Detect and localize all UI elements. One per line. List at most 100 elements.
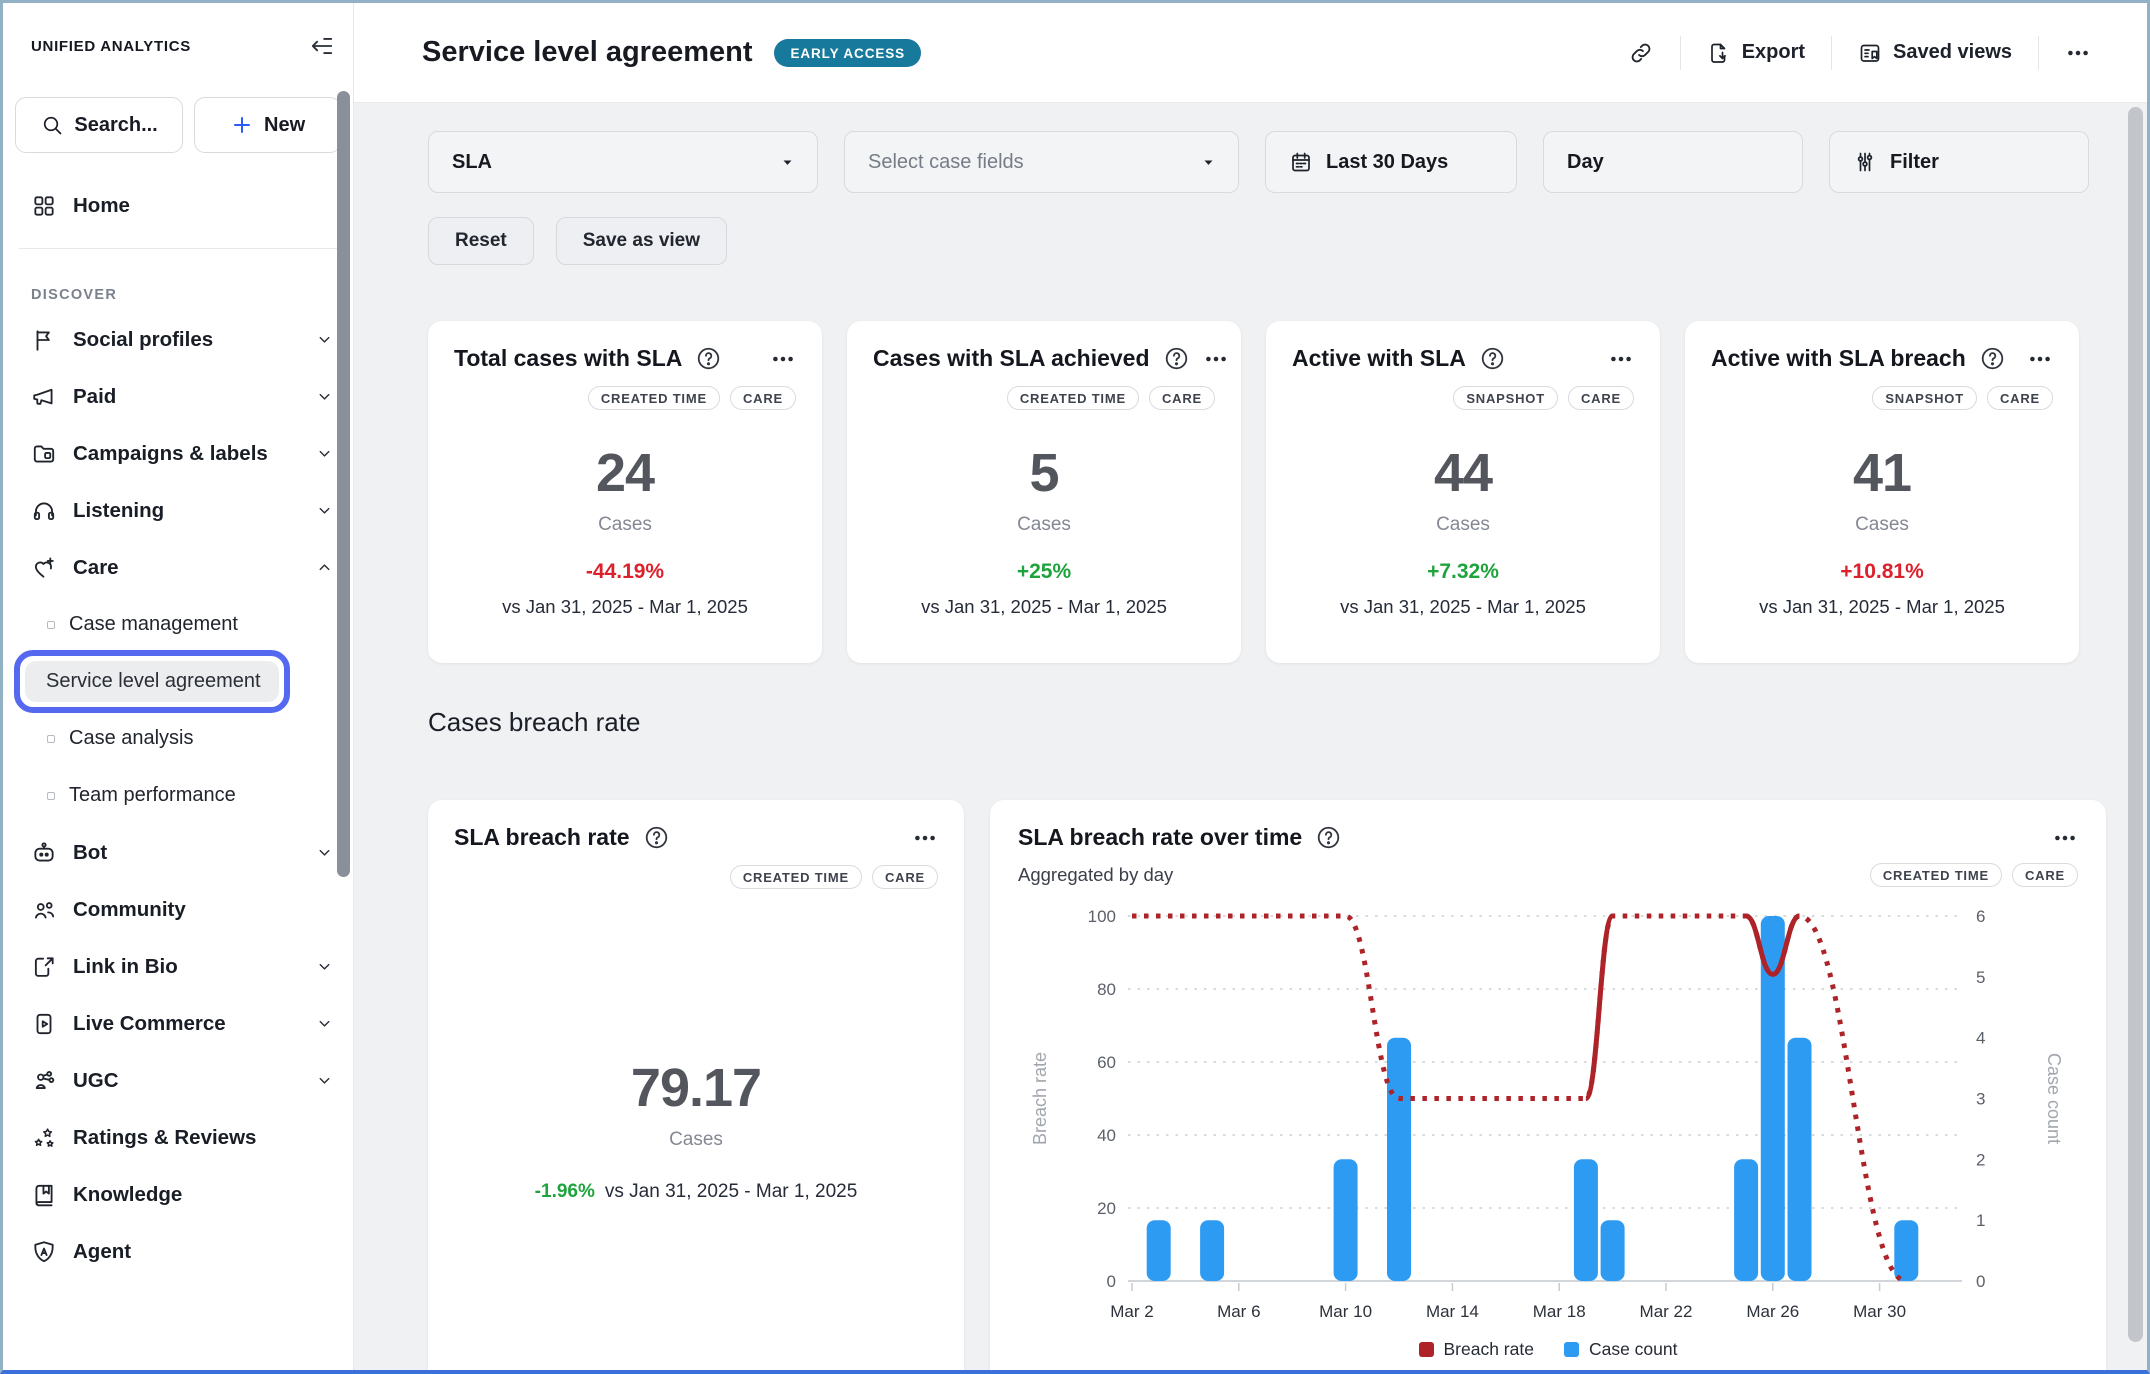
metric-value: 44 [1292,442,1634,504]
filter-actions: Reset Save as view [428,217,2106,265]
sidebar-item-paid[interactable]: Paid [3,368,353,425]
new-label: New [264,114,305,137]
saved-views-button[interactable]: Saved views [1858,41,2012,65]
page-content: SLA Select case fields Last 30 Days Day … [354,103,2147,1370]
card-more-options-icon[interactable] [2027,346,2053,372]
dimension-badge: CARE [1987,386,2053,410]
save-as-view-button[interactable]: Save as view [556,217,727,265]
chevron-down-icon [316,958,333,975]
help-icon[interactable] [1979,345,2006,372]
card-badges: CREATED TIMECARE [1870,863,2078,887]
card-more-options-icon[interactable] [2052,825,2078,851]
export-button[interactable]: Export [1707,41,1805,65]
sidebar-item-home[interactable]: Home [3,177,353,234]
main-area: Service level agreement EARLY ACCESS Exp… [354,3,2147,1370]
search-button[interactable]: Search... [15,97,183,153]
metric-unit: Cases [1711,514,2053,536]
search-label: Search... [74,114,157,137]
sidebar-item-label: UGC [73,1069,119,1093]
card-title: Cases with SLA achieved [873,345,1150,372]
megaphone-icon [31,384,57,410]
card-more-options-icon[interactable] [912,825,938,851]
sidebar-item-ratings-reviews[interactable]: Ratings & Reviews [3,1109,353,1166]
reset-button[interactable]: Reset [428,217,534,265]
sidebar-item-community[interactable]: Community [3,881,353,938]
svg-text:Breach rate: Breach rate [1030,1052,1050,1145]
svg-text:100: 100 [1088,907,1116,926]
svg-text:Mar 14: Mar 14 [1426,1302,1479,1321]
sidebar-item-knowledge[interactable]: Knowledge [3,1166,353,1223]
active-subitem-pill[interactable]: Service level agreement [25,661,279,702]
sidebar-item-care[interactable]: Care [3,539,353,596]
collapse-sidebar-icon[interactable] [309,33,335,59]
annotation-highlight-ring: Service level agreement [14,650,290,713]
sidebar-subitem-service-level-agreement[interactable]: Service level agreement [3,653,353,710]
metric-compare: -1.96%vs Jan 31, 2025 - Mar 1, 2025 [454,1181,938,1203]
sidebar-item-listening[interactable]: Listening [3,482,353,539]
card-badges: CREATED TIMECARE [454,865,938,889]
live-commerce-icon [31,1011,57,1037]
chevron-up-icon [316,559,333,576]
card-more-options-icon[interactable] [1203,346,1229,372]
copy-link-icon[interactable] [1628,40,1654,66]
filter-button[interactable]: Filter [1829,131,2089,193]
sidebar-subitem-team-performance[interactable]: Team performance [3,767,353,824]
sidebar-item-link-in-bio[interactable]: Link in Bio [3,938,353,995]
sidebar-item-label: Care [73,556,119,580]
metric-block: 24 Cases -44.19% vs Jan 31, 2025 - Mar 1… [454,442,796,618]
sidebar-item-bot[interactable]: Bot [3,824,353,881]
sidebar-item-social-profiles[interactable]: Social profiles [3,311,353,368]
chart-subheader: Aggregated by day CREATED TIMECARE [1018,863,2078,887]
metric-delta: -44.19% [454,560,796,584]
granularity-select[interactable]: Day [1543,131,1803,193]
card-more-options-icon[interactable] [770,346,796,372]
sidebar-item-label: Agent [73,1240,131,1264]
svg-text:5: 5 [1976,968,1985,987]
help-icon[interactable] [1479,345,1506,372]
sla-select[interactable]: SLA [428,131,818,193]
chevron-down-icon [316,1015,333,1032]
page-header: Service level agreement EARLY ACCESS Exp… [354,3,2147,103]
date-range-picker[interactable]: Last 30 Days [1265,131,1517,193]
help-icon[interactable] [695,345,722,372]
metric-delta: +7.32% [1292,560,1634,584]
svg-text:Mar 6: Mar 6 [1217,1302,1260,1321]
sidebar-subitem-case-analysis[interactable]: Case analysis [3,710,353,767]
svg-text:4: 4 [1976,1029,1985,1048]
sidebar-divider [19,248,337,249]
date-range-value: Last 30 Days [1326,151,1448,174]
metric-unit: Cases [454,514,796,536]
help-icon[interactable] [643,824,670,851]
flag-icon [31,327,57,353]
main-scrollbar[interactable] [2128,107,2143,1342]
sidebar-subitem-case-management[interactable]: Case management [3,596,353,653]
chevron-down-icon [316,445,333,462]
card-more-options-icon[interactable] [1608,346,1634,372]
sidebar-item-ugc[interactable]: UGC [3,1052,353,1109]
help-icon[interactable] [1315,824,1342,851]
sidebar-item-campaigns-labels[interactable]: Campaigns & labels [3,425,353,482]
more-options-icon[interactable] [2065,40,2091,66]
home-grid-icon [31,193,57,219]
svg-text:Mar 26: Mar 26 [1746,1302,1799,1321]
sidebar-scrollbar[interactable] [337,91,350,877]
sidebar-item-agent[interactable]: Agent [3,1223,353,1280]
svg-text:Mar 22: Mar 22 [1640,1302,1693,1321]
metric-value: 5 [873,442,1215,504]
legend-item[interactable]: Case count [1564,1339,1678,1360]
help-icon[interactable] [1163,345,1190,372]
new-button[interactable]: New [194,97,341,153]
breach-rate-section: SLA breach rate CREATED TIMECARE 79.17 C… [428,800,2106,1370]
sidebar-item-label: Campaigns & labels [73,442,268,466]
metric-block: 44 Cases +7.32% vs Jan 31, 2025 - Mar 1,… [1292,442,1634,618]
dimension-badge: CARE [730,386,796,410]
case-fields-select[interactable]: Select case fields [844,131,1239,193]
legend-item[interactable]: Breach rate [1419,1339,1534,1360]
card-header: Active with SLA [1292,345,1634,372]
svg-text:1: 1 [1976,1211,1985,1230]
metric-card-active-with-sla: Active with SLA SNAPSHOTCARE 44 Cases +7… [1266,321,1660,663]
card-title: Active with SLA [1292,345,1466,372]
saved-views-icon [1858,41,1882,65]
sidebar-item-live-commerce[interactable]: Live Commerce [3,995,353,1052]
sidebar-item-label: Social profiles [73,328,213,352]
